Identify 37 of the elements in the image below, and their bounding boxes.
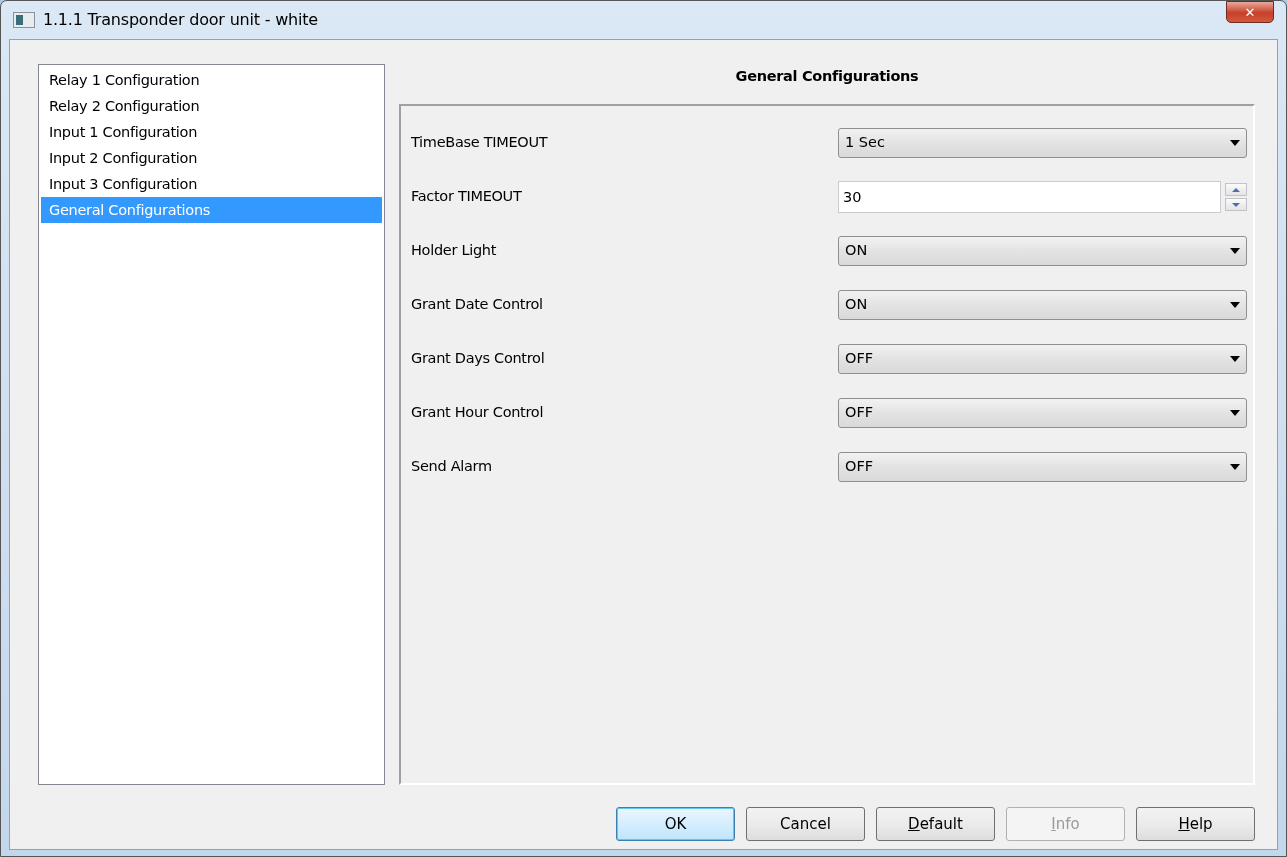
dropdown-arrow-icon [1230,140,1240,146]
field-label: Grant Hour Control [411,403,545,423]
field-label: Factor TIMEOUT [411,187,523,207]
field-label: Holder Light [411,241,498,261]
down-arrow-icon [1232,202,1240,207]
dropdown-arrow-icon [1230,302,1240,308]
window-title: 1.1.1 Transponder door unit - white [43,9,318,31]
list-item[interactable]: Relay 2 Configuration [41,93,382,119]
list-item[interactable]: Input 1 Configuration [41,119,382,145]
close-button[interactable]: ✕ [1226,1,1274,23]
field-label: Send Alarm [411,457,493,477]
dropdown-arrow-icon [1230,248,1240,254]
up-arrow-icon [1232,187,1240,192]
list-item[interactable]: Input 3 Configuration [41,171,382,197]
dropdown-arrow-icon [1230,410,1240,416]
dialog-button[interactable]: Cancel [746,807,865,841]
app-icon [13,12,35,28]
dropdown[interactable]: OFF [838,398,1247,428]
dropdown[interactable]: ON [838,236,1247,266]
dialog-button[interactable]: Default [876,807,995,841]
number-field[interactable]: 30 [838,181,1221,213]
field-label: Grant Days Control [411,349,546,369]
dropdown[interactable]: OFF [838,344,1247,374]
list-item[interactable]: Relay 1 Configuration [41,67,382,93]
dropdown-arrow-icon [1230,356,1240,362]
field-label: TimeBase TIMEOUT [411,133,549,153]
dropdown[interactable]: OFF [838,452,1247,482]
spin-down-button[interactable] [1225,198,1247,211]
dropdown[interactable]: ON [838,290,1247,320]
dropdown-arrow-icon [1230,464,1240,470]
spin-up-button[interactable] [1225,183,1247,196]
panel-title: General Configurations [734,67,920,86]
dropdown[interactable]: 1 Sec [838,128,1247,158]
dialog-button[interactable]: Help [1136,807,1255,841]
field-label: Grant Date Control [411,295,544,315]
list-item[interactable]: Input 2 Configuration [41,145,382,171]
dialog-button[interactable]: OK [616,807,735,841]
